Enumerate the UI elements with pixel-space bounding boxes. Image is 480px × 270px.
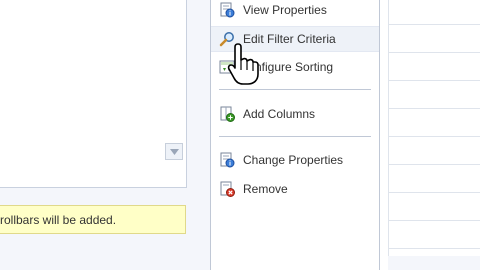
menu-separator — [219, 89, 371, 90]
scroll-down-button[interactable] — [165, 143, 183, 160]
row-divider — [388, 52, 480, 53]
row-divider — [388, 220, 480, 221]
menu-item-label: nfigure Sorting — [255, 60, 334, 74]
hand-cursor-icon — [227, 43, 259, 85]
change-properties-icon — [220, 152, 235, 168]
panel-gap — [190, 0, 210, 270]
row-divider — [388, 248, 480, 249]
right-pane — [380, 0, 480, 270]
row-divider — [388, 80, 480, 81]
right-pane-footer — [388, 256, 480, 270]
menu-item-remove[interactable]: Remove — [211, 177, 379, 201]
menu-separator — [219, 136, 371, 137]
row-divider — [388, 24, 480, 25]
row-divider — [388, 136, 480, 137]
add-columns-icon — [220, 106, 235, 122]
menu-item-label: Add Columns — [243, 107, 316, 121]
chevron-down-icon — [170, 149, 179, 155]
row-divider — [388, 164, 480, 165]
menu-item-change-properties[interactable]: Change Properties — [211, 148, 379, 172]
column-divider — [388, 0, 389, 270]
view-properties-icon — [220, 2, 235, 18]
menu-item-add-columns[interactable]: Add Columns — [211, 102, 379, 126]
info-message: rollbars will be added. — [0, 205, 186, 234]
row-divider — [388, 192, 480, 193]
remove-icon — [220, 181, 235, 197]
menu-item-label: Change Properties — [243, 153, 344, 167]
info-message-text: rollbars will be added. — [0, 213, 117, 227]
preview-box — [0, 0, 187, 188]
row-divider — [388, 108, 480, 109]
actions-menu: View Properties Edit Filter Criteria nfi… — [210, 0, 380, 270]
menu-item-view-properties[interactable]: View Properties — [211, 0, 379, 22]
menu-item-label: View Properties — [243, 3, 327, 17]
menu-item-label: Remove — [243, 182, 288, 196]
